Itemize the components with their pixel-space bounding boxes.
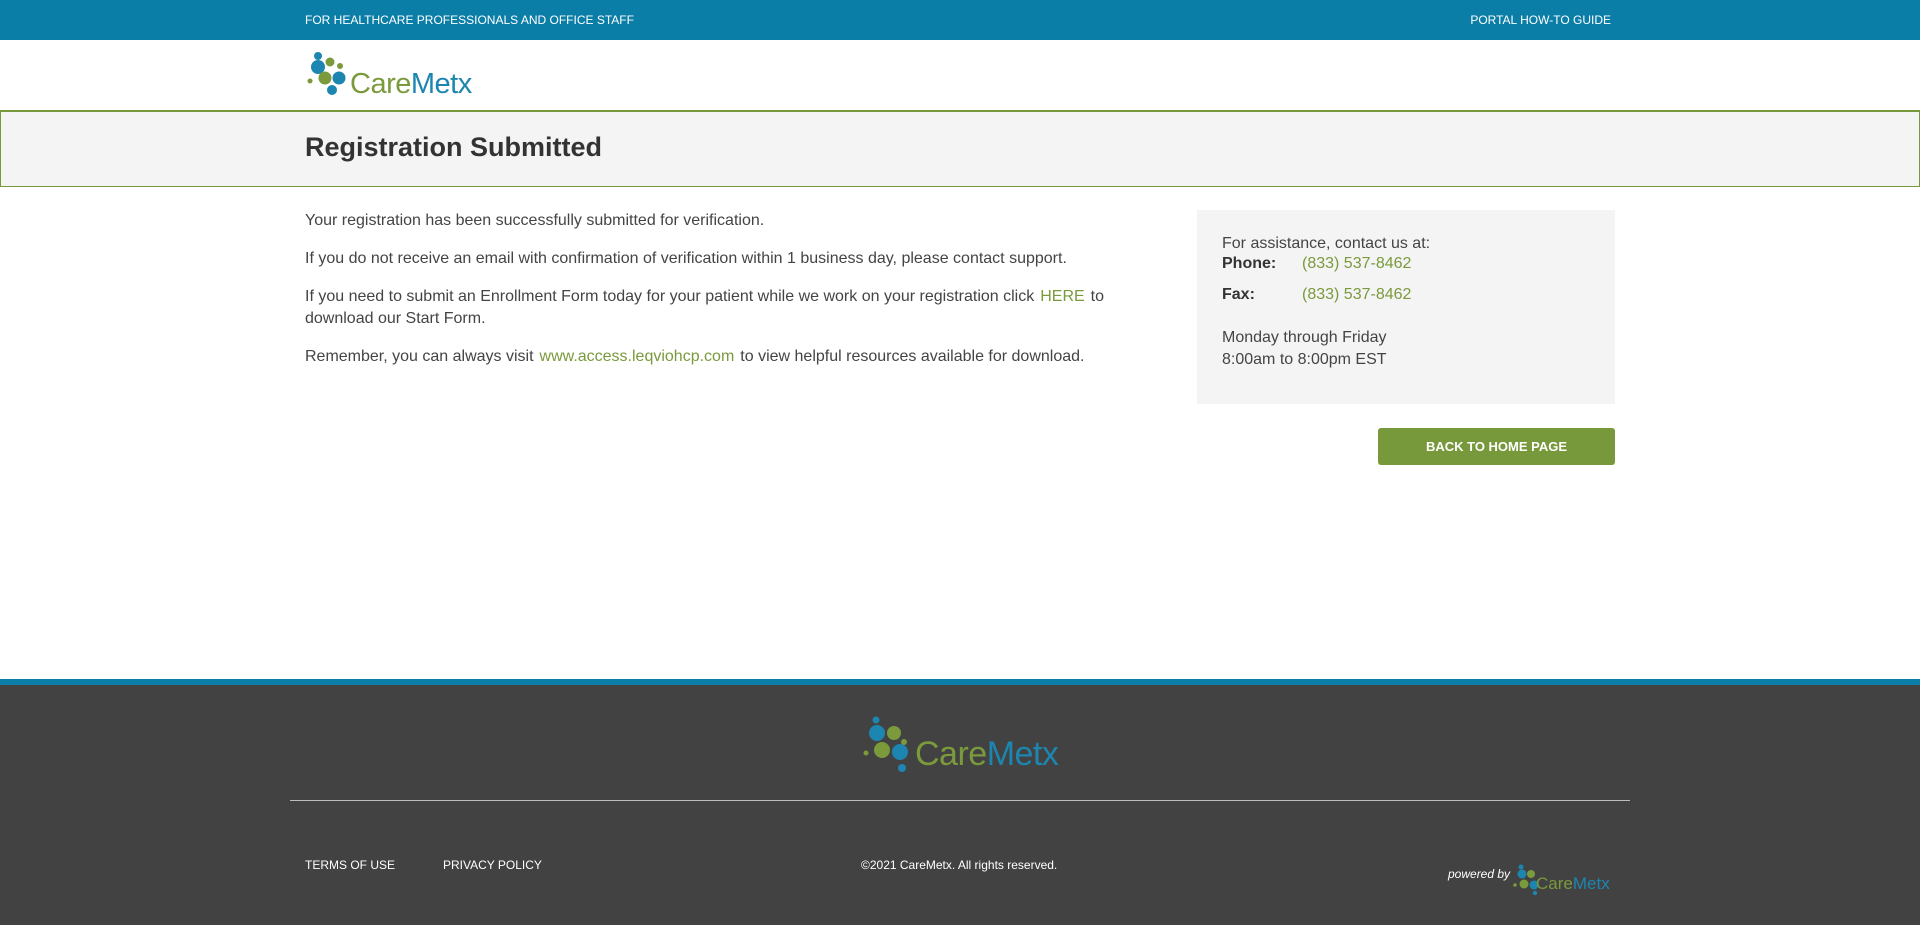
logo-wordmark: CareMetx [350,68,472,100]
logo-dots-icon [307,52,346,95]
fax-label: Fax: [1222,286,1255,303]
phone-link[interactable]: (833) 537-8462 [1302,255,1411,273]
footer-logo-wordmark: CareMetx [915,735,1059,773]
phone-row: Phone: (833) 537-8462 [1222,255,1590,286]
resources-site-link[interactable]: www.access.leqviohcp.com [540,348,735,365]
page-title: Registration Submitted [305,132,603,162]
enrollment-text: If you need to submit an Enrollment Form… [305,288,1105,327]
submitted-text: Your registration has been successfully … [305,212,765,229]
portal-guide-link[interactable]: PORTAL HOW-TO GUIDE [1470,13,1611,27]
confirmation-message: Your registration has been successfully … [305,210,1135,384]
top-bar-inner: FOR HEALTHCARE PROFESSIONALS AND OFFICE … [305,0,1611,40]
start-form-link[interactable]: HERE [1040,288,1084,305]
top-bar: FOR HEALTHCARE PROFESSIONALS AND OFFICE … [0,0,1920,40]
hours-time: 8:00am to 8:00pm EST [1222,351,1387,368]
verification-text: If you do not receive an email with conf… [305,250,1067,267]
contact-intro: For assistance, contact us at: [1222,235,1431,252]
contact-box: For assistance, contact us at: Phone: (8… [1197,210,1615,404]
powered-logo-wordmark: CareMetx [1536,874,1610,893]
hours-days: Monday through Friday [1222,329,1387,346]
powered-by-caremetx: powered by CareMetx [1448,863,1618,903]
caremetx-logo[interactable]: CareMetx [305,50,475,100]
privacy-policy-link[interactable]: PRIVACY POLICY [443,858,542,872]
support-hours: Monday through Friday 8:00am to 8:00pm E… [1222,327,1590,371]
footer-logo: CareMetx [861,715,1061,775]
site-footer: CareMetx TERMS OF USE PRIVACY POLICY ©20… [0,679,1920,925]
resources-text: Remember, you can always visit www.access… [305,348,1085,365]
footer-divider [290,800,1630,801]
fax-number: (833) 537-8462 [1302,286,1412,303]
footer-logo-dots-icon [863,716,908,772]
site-header: CareMetx [0,40,1920,110]
phone-label: Phone: [1222,255,1277,272]
copyright-text: ©2021 CareMetx. All rights reserved. [861,858,1058,872]
back-to-home-button[interactable]: BACK TO HOME PAGE [1378,428,1615,465]
powered-by-label: powered by [1448,867,1511,881]
fax-row: Fax: (833) 537-8462 [1222,286,1590,317]
terms-of-use-link[interactable]: TERMS OF USE [305,858,395,872]
audience-label: FOR HEALTHCARE PROFESSIONALS AND OFFICE … [305,13,634,27]
title-band: Registration Submitted [0,110,1920,187]
